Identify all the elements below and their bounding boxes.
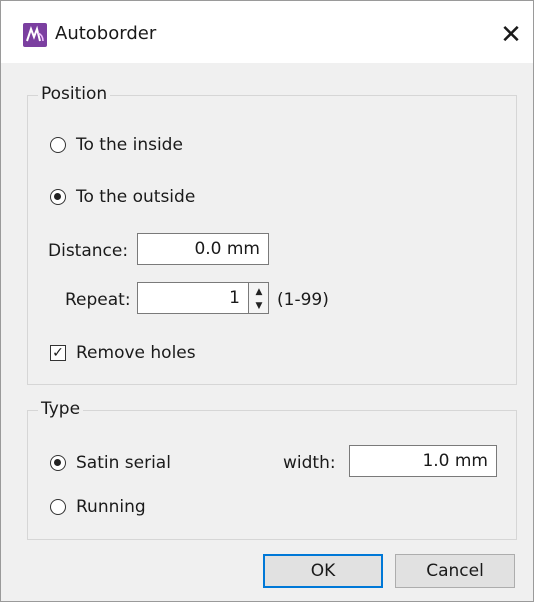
- app-logo-icon: [23, 23, 47, 47]
- close-icon: ✕: [500, 20, 522, 50]
- type-group-title: Type: [38, 399, 84, 419]
- radio-running-indicator[interactable]: [50, 499, 66, 515]
- spin-up-icon[interactable]: ▲: [249, 284, 269, 299]
- remove-holes-label: Remove holes: [76, 343, 196, 363]
- repeat-range-label: (1-99): [277, 290, 329, 310]
- radio-to-the-inside-label: To the inside: [76, 135, 183, 155]
- cancel-button[interactable]: Cancel: [395, 554, 515, 588]
- width-label: width:: [283, 453, 336, 473]
- radio-satin-serial-indicator[interactable]: [50, 455, 66, 471]
- radio-to-the-inside-indicator[interactable]: [50, 137, 66, 153]
- ok-button[interactable]: OK: [263, 554, 383, 588]
- window-title: Autoborder: [55, 23, 157, 44]
- radio-to-the-outside-indicator[interactable]: [50, 189, 66, 205]
- check-icon: ✓: [52, 345, 64, 361]
- radio-to-the-outside[interactable]: To the outside: [50, 187, 195, 207]
- title-bar: Autoborder ✕: [1, 1, 533, 63]
- autoborder-dialog: Autoborder ✕ Position To the inside To t…: [0, 0, 534, 602]
- radio-to-the-outside-label: To the outside: [76, 187, 196, 207]
- distance-label: Distance:: [48, 241, 129, 261]
- remove-holes-checkbox[interactable]: ✓ Remove holes: [50, 343, 196, 363]
- spin-down-icon[interactable]: ▼: [249, 298, 269, 313]
- close-button[interactable]: ✕: [491, 15, 531, 55]
- radio-satin-serial-label: Satin serial: [76, 453, 171, 473]
- repeat-input[interactable]: 1: [137, 282, 249, 314]
- distance-input[interactable]: 0.0 mm: [137, 233, 269, 265]
- radio-running-label: Running: [76, 497, 146, 517]
- position-group-title: Position: [38, 84, 111, 104]
- radio-to-the-inside[interactable]: To the inside: [50, 135, 183, 155]
- width-input[interactable]: 1.0 mm: [349, 445, 497, 477]
- radio-running[interactable]: Running: [50, 497, 146, 517]
- radio-satin-serial[interactable]: Satin serial: [50, 453, 171, 473]
- remove-holes-check-indicator[interactable]: ✓: [50, 345, 66, 361]
- repeat-spinner[interactable]: ▲ ▼: [249, 282, 269, 314]
- repeat-label: Repeat:: [65, 290, 131, 310]
